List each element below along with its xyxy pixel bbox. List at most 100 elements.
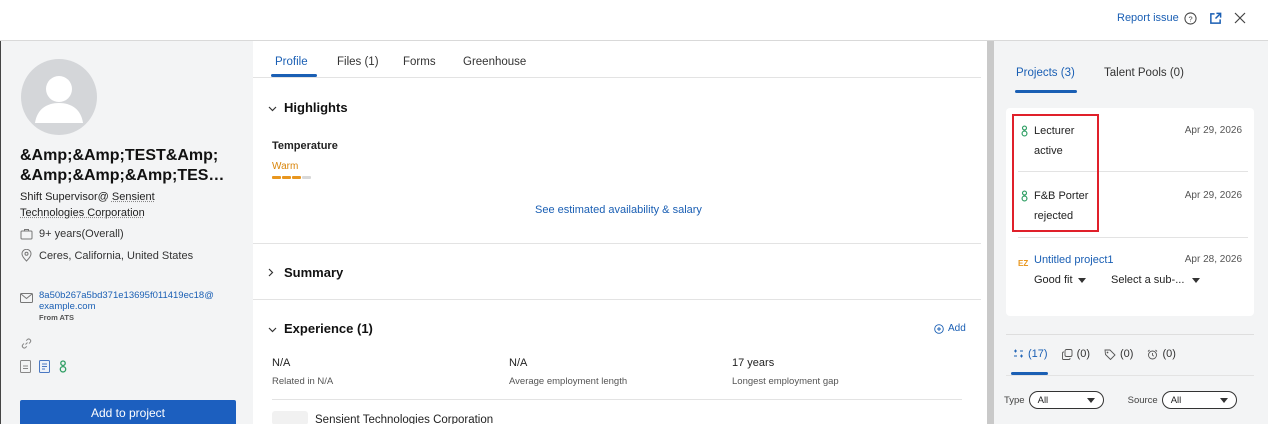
highlight-box — [1012, 114, 1099, 232]
tab-profile[interactable]: Profile — [275, 56, 308, 68]
ez-project-icon: EZ — [1018, 256, 1030, 270]
filter-source-label: Source — [1128, 395, 1158, 406]
experience-years: 9+ years(Overall) — [39, 228, 124, 240]
tab-files[interactable]: Files (1) — [337, 56, 379, 68]
activity-counts: (17) (0) (0) (0) — [1013, 348, 1176, 360]
caret-down-icon — [1087, 398, 1095, 403]
panel-scrollbar[interactable] — [987, 41, 994, 424]
candidate-name-line1: &Amp;&Amp;TEST&Amp; — [20, 146, 245, 166]
candidate-name-line2: &Amp;&Amp;&Amp;TES… — [20, 166, 245, 186]
email-row: 8a50b267a5bd371e13695f011419ec18@ exampl… — [20, 290, 214, 322]
highlights-title: Highlights — [284, 100, 348, 115]
stat-label-gap: Longest employment gap — [732, 376, 839, 387]
stat-value-avg-length: N/A — [509, 357, 527, 369]
fit-dropdown[interactable]: Good fit — [1034, 274, 1086, 286]
svg-text:EZ: EZ — [1018, 259, 1028, 267]
open-external-icon[interactable] — [1207, 10, 1223, 26]
highlights-header[interactable]: Highlights — [268, 100, 348, 115]
chevron-down-icon — [268, 101, 276, 115]
stat-label-related: Related in N/A — [272, 376, 333, 387]
temperature-segment — [302, 176, 311, 179]
reminders-count-value: (0) — [1162, 348, 1175, 360]
project-date: Apr 29, 2026 — [1185, 190, 1242, 201]
activity-icon — [1013, 349, 1024, 359]
tags-count[interactable]: (0) — [1104, 348, 1133, 360]
notes-count[interactable]: (0) — [1062, 348, 1090, 360]
project-date: Apr 28, 2026 — [1185, 254, 1242, 265]
role-company-link-cont[interactable]: Technologies Corporation — [20, 207, 145, 219]
plus-circle-icon — [934, 324, 944, 334]
candidate-panel: &Amp;&Amp;TEST&Amp; &Amp;&Amp;&Amp;TES… … — [0, 41, 253, 424]
add-experience-button[interactable]: Add — [934, 323, 966, 334]
help-icon[interactable]: ? — [1182, 10, 1198, 26]
temperature-segment — [272, 176, 281, 179]
stat-value-related: N/A — [272, 357, 290, 369]
briefcase-icon — [20, 227, 33, 240]
reminders-count[interactable]: (0) — [1147, 348, 1175, 360]
candidate-role: Shift Supervisor@ Sensient Technologies … — [20, 189, 245, 221]
email-address-cont[interactable]: example.com — [39, 301, 214, 312]
location-pin-icon — [20, 249, 33, 262]
link-icon[interactable] — [20, 337, 33, 353]
summary-header[interactable]: Summary — [268, 265, 343, 280]
mail-icon — [20, 292, 33, 322]
temperature-meter — [272, 176, 311, 179]
report-issue-link[interactable]: Report issue — [1117, 12, 1179, 24]
location-text: Ceres, California, United States — [39, 250, 193, 262]
filter-source-select[interactable]: All — [1162, 391, 1237, 409]
email-address[interactable]: 8a50b267a5bd371e13695f011419ec18@ — [39, 290, 214, 301]
tab-talent-pools[interactable]: Talent Pools (0) — [1104, 67, 1184, 79]
email-source: From ATS — [39, 313, 214, 322]
experience-divider — [272, 399, 962, 400]
role-company-link[interactable]: Sensient — [112, 191, 155, 203]
stat-value-gap: 17 years — [732, 357, 774, 369]
greenhouse-icon[interactable] — [58, 360, 68, 376]
project-date: Apr 29, 2026 — [1185, 125, 1242, 136]
filter-type-select[interactable]: All — [1029, 391, 1104, 409]
copy-icon — [1062, 349, 1073, 360]
activity-filters: Type All Source All — [1004, 391, 1237, 409]
tab-forms[interactable]: Forms — [403, 56, 436, 68]
substage-dropdown[interactable]: Select a sub-... — [1111, 274, 1200, 286]
experience-header[interactable]: Experience (1) — [268, 321, 373, 336]
experience-title: Experience (1) — [284, 321, 373, 336]
notes-count-value: (0) — [1077, 348, 1090, 360]
add-to-project-button[interactable]: Add to project — [20, 400, 236, 424]
experience-company: Sensient Technologies Corporation — [315, 414, 493, 424]
alarm-clock-icon — [1147, 349, 1158, 360]
caret-down-icon — [1220, 398, 1228, 403]
tab-projects[interactable]: Projects (3) — [1016, 67, 1075, 79]
projects-panel: Projects (3) Talent Pools (0) Lecturer a… — [994, 41, 1268, 424]
chevron-down-icon — [268, 322, 276, 336]
list-divider — [1018, 237, 1248, 238]
section-divider — [253, 299, 981, 300]
summary-title: Summary — [284, 265, 343, 280]
location-row: Ceres, California, United States — [20, 249, 193, 262]
close-icon[interactable] — [1232, 10, 1248, 26]
add-label: Add — [948, 323, 966, 334]
resume-icon[interactable] — [20, 360, 31, 376]
company-logo — [272, 411, 308, 424]
stat-label-avg-length: Average employment length — [509, 376, 627, 387]
activity-count-all[interactable]: (17) — [1013, 348, 1048, 360]
activity-count-value: (17) — [1028, 348, 1048, 360]
caret-down-icon — [1078, 278, 1086, 283]
svg-text:?: ? — [1188, 14, 1192, 23]
tab-greenhouse[interactable]: Greenhouse — [463, 56, 526, 68]
availability-salary-link[interactable]: See estimated availability & salary — [535, 204, 702, 216]
document-icon[interactable] — [39, 360, 50, 376]
active-tab-indicator — [271, 74, 317, 77]
substage-value: Select a sub-... — [1111, 274, 1184, 286]
caret-down-icon — [1192, 278, 1200, 283]
experience-row: 9+ years(Overall) — [20, 227, 124, 240]
candidate-name: &Amp;&Amp;TEST&Amp; &Amp;&Amp;&Amp;TES… — [20, 146, 245, 186]
filter-source-value: All — [1171, 395, 1182, 406]
chevron-right-icon — [268, 266, 276, 280]
filter-type-label: Type — [1004, 395, 1025, 406]
tags-count-value: (0) — [1120, 348, 1133, 360]
profile-tabs: Profile Files (1) Forms Greenhouse — [253, 41, 981, 78]
temperature-segment — [292, 176, 301, 179]
top-bar: Report issue ? — [0, 0, 1268, 41]
project-name[interactable]: Untitled project1 — [1034, 254, 1114, 266]
temperature-segment — [282, 176, 291, 179]
